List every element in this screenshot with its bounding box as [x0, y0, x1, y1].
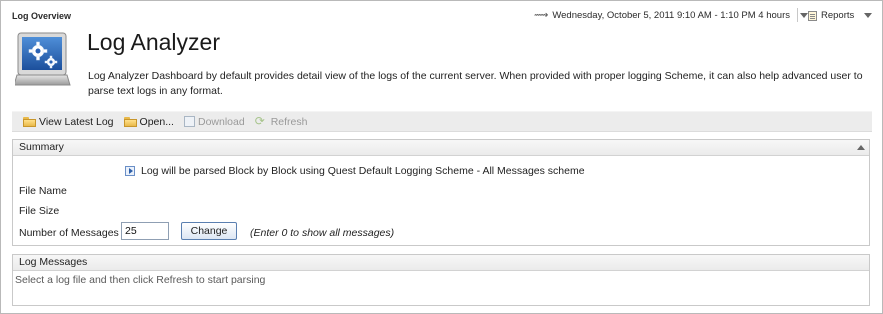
summary-title: Summary — [19, 141, 64, 153]
divider — [797, 8, 798, 22]
chevron-down-icon — [864, 13, 873, 18]
log-messages-header: Log Messages — [13, 255, 869, 271]
arrow-right-icon: ⟿ — [534, 10, 549, 21]
view-latest-log-label: View Latest Log — [39, 115, 114, 128]
number-of-messages-label: Number of Messages — [19, 227, 119, 239]
folder-icon — [23, 116, 36, 127]
top-bar: Log Overview ⟿ Wednesday, October 5, 201… — [1, 1, 882, 27]
log-messages-empty-text: Select a log file and then click Refresh… — [15, 274, 266, 286]
file-size-label: File Size — [19, 205, 60, 217]
file-name-label: File Name — [19, 185, 67, 197]
gear-monitor-icon — [15, 32, 71, 86]
scheme-text: Log will be parsed Block by Block using … — [141, 165, 585, 177]
view-latest-log-button[interactable]: View Latest Log — [23, 116, 114, 128]
number-of-messages-input[interactable] — [121, 222, 169, 240]
reports-menu[interactable]: Reports — [808, 10, 873, 21]
scheme-line: Log will be parsed Block by Block using … — [125, 165, 585, 177]
messages-hint: (Enter 0 to show all messages) — [250, 227, 395, 239]
refresh-button[interactable]: ⟳ Refresh — [254, 114, 308, 128]
time-range-selector[interactable]: ⟿ Wednesday, October 5, 2011 9:10 AM - 1… — [534, 10, 808, 21]
dashboard-frame: Log Overview ⟿ Wednesday, October 5, 201… — [0, 0, 883, 314]
refresh-label: Refresh — [270, 115, 308, 128]
chevron-down-icon — [799, 13, 808, 18]
summary-panel: Summary Log will be parsed Block by Bloc… — [12, 139, 870, 246]
download-icon — [183, 116, 195, 127]
open-button[interactable]: Open... — [123, 115, 174, 128]
refresh-icon: ⟳ — [254, 114, 265, 128]
reports-label: Reports — [821, 10, 855, 21]
log-messages-title: Log Messages — [19, 256, 88, 268]
toolbar: View Latest Log Open... Download ⟳ Refre… — [12, 111, 872, 132]
download-button[interactable]: Download — [183, 115, 245, 128]
log-messages-panel: Log Messages Select a log file and then … — [12, 254, 870, 306]
page-description: Log Analyzer Dashboard by default provid… — [88, 70, 863, 97]
summary-header: Summary — [13, 140, 869, 156]
open-label: Open... — [139, 115, 174, 128]
collapse-icon[interactable] — [857, 145, 865, 150]
play-icon[interactable] — [125, 166, 135, 176]
report-icon — [808, 10, 817, 21]
change-button[interactable]: Change — [181, 222, 237, 240]
page-title: Log Analyzer — [87, 29, 220, 55]
folder-open-icon — [123, 116, 137, 127]
download-label: Download — [197, 115, 245, 128]
time-range-label: Wednesday, October 5, 2011 9:10 AM - 1:1… — [552, 10, 790, 21]
view-title: Log Overview — [12, 11, 72, 21]
